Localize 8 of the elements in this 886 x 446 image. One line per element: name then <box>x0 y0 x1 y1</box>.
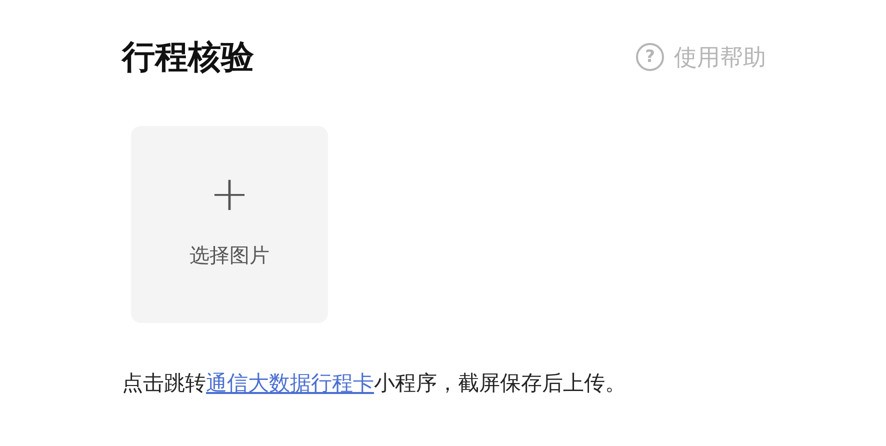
trip-card-link[interactable]: 通信大数据行程卡 <box>206 371 374 395</box>
plus-icon: + <box>209 168 250 220</box>
help-icon: ? <box>636 43 664 71</box>
help-label: 使用帮助 <box>674 44 766 72</box>
picker-label: 选择图片 <box>190 242 270 269</box>
image-picker-button[interactable]: + 选择图片 <box>131 126 328 323</box>
instruction-text: 点击跳转通信大数据行程卡小程序，截屏保存后上传。 <box>122 370 627 397</box>
page-title: 行程核验 <box>122 36 254 78</box>
